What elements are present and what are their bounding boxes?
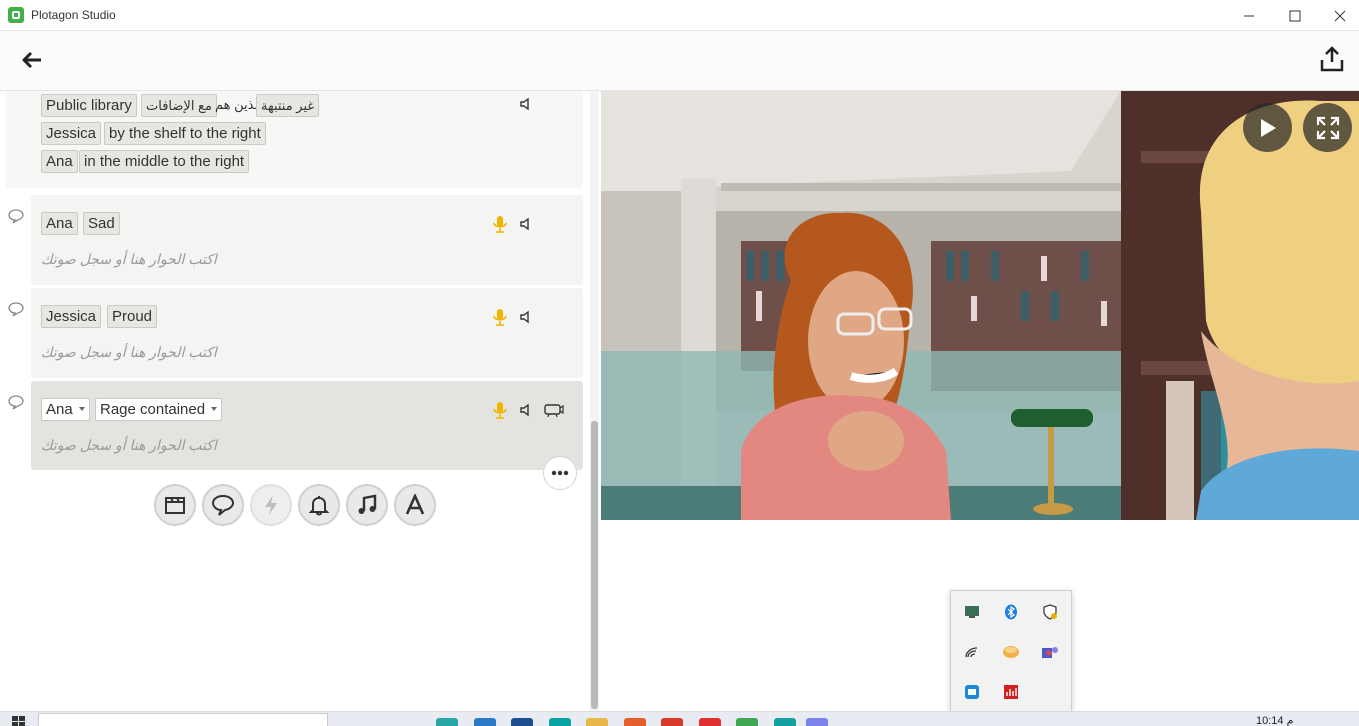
taskbar-app-icon[interactable] — [774, 718, 796, 726]
emotion-select[interactable]: Rage contained — [95, 398, 223, 421]
microphone-icon[interactable] — [490, 214, 510, 234]
taskbar-app-icon[interactable] — [511, 718, 533, 726]
chevron-down-icon — [211, 407, 218, 411]
plotagon-logo-icon — [8, 7, 24, 23]
speaker-icon[interactable] — [516, 307, 536, 327]
dialogue-bubble-icon — [7, 208, 25, 224]
more-options-button[interactable] — [543, 456, 577, 490]
script-scrollbar[interactable] — [590, 91, 599, 711]
taskbar-app-icon[interactable] — [436, 718, 458, 726]
windows-start-icon[interactable] — [12, 716, 26, 726]
dialogue-card[interactable]: Ana Sad اكتب الحوار هنا أو سجل صوتك — [31, 195, 583, 285]
character-chip[interactable]: Ana — [41, 150, 78, 173]
window-titlebar: Plotagon Studio — [0, 0, 1359, 31]
character-chip[interactable]: Ana — [41, 212, 78, 235]
scrollbar-thumb[interactable] — [591, 421, 598, 709]
taskbar-app-icon[interactable] — [624, 718, 646, 726]
maximize-button[interactable] — [1272, 0, 1318, 31]
emotion-chip[interactable]: Proud — [107, 305, 158, 328]
add-text-button[interactable] — [394, 484, 436, 526]
back-button[interactable] — [16, 45, 48, 75]
taskbar-app-icon[interactable] — [586, 718, 608, 726]
modifier-extras-chip[interactable]: مع الإضافات — [141, 94, 217, 117]
scene-card[interactable]: Public library مع الإضافات الذين هم غير … — [6, 91, 583, 188]
position-chip[interactable]: in the middle to the right — [79, 150, 250, 173]
taskbar: 10:14 م — [0, 711, 1359, 726]
taskbar-app-icon[interactable] — [736, 718, 758, 726]
scene-clapper-icon — [165, 497, 185, 514]
export-button[interactable] — [1317, 43, 1347, 75]
app-header — [0, 31, 1359, 91]
library-scene-image — [601, 91, 1359, 520]
action-bolt-icon — [265, 495, 277, 515]
disk-icon[interactable] — [1002, 643, 1020, 661]
dialogue-card-active[interactable]: Ana Rage contained اكتب الحوار هنا أو سج… — [31, 381, 583, 470]
bluetooth-icon[interactable] — [1002, 603, 1020, 621]
taskbar-search-box[interactable] — [38, 713, 328, 726]
minimize-button[interactable] — [1226, 0, 1272, 31]
speaker-icon[interactable] — [516, 94, 536, 114]
character-chip[interactable]: Jessica — [41, 122, 102, 145]
play-button[interactable] — [1243, 103, 1292, 152]
wireless-icon[interactable] — [963, 643, 981, 661]
taskbar-clock[interactable]: 10:14 م — [1256, 714, 1293, 726]
taskbar-app-icon[interactable] — [806, 718, 828, 726]
add-music-button[interactable] — [346, 484, 388, 526]
window-title: Plotagon Studio — [31, 8, 116, 22]
script-panel: Public library مع الإضافات الذين هم غير … — [0, 91, 600, 711]
speaker-icon[interactable] — [516, 400, 536, 420]
dialogue-bubble-icon — [7, 394, 25, 410]
emotion-chip[interactable]: Sad — [83, 212, 120, 235]
dialogue-placeholder[interactable]: اكتب الحوار هنا أو سجل صوتك — [41, 251, 217, 268]
minimize-icon — [1244, 15, 1254, 16]
security-shield-icon[interactable] — [1041, 603, 1059, 621]
dialogue-bubble-icon — [7, 301, 25, 317]
tray-overflow-popup — [950, 590, 1072, 712]
app-red-icon[interactable] — [1002, 683, 1020, 701]
fullscreen-button[interactable] — [1303, 103, 1352, 152]
dialogue-card[interactable]: Jessica Proud اكتب الحوار هنا أو سجل صوت… — [31, 288, 583, 378]
export-upload-icon — [1320, 46, 1344, 72]
dialogue-placeholder[interactable]: اكتب الحوار هنا أو سجل صوتك — [41, 344, 217, 361]
back-arrow-icon — [22, 51, 41, 69]
location-chip[interactable]: Public library — [41, 94, 137, 117]
text-letter-icon — [405, 494, 425, 515]
add-scene-button[interactable] — [154, 484, 196, 526]
ellipsis-icon — [551, 470, 569, 476]
speaker-icon[interactable] — [516, 214, 536, 234]
fullscreen-icon — [1316, 116, 1339, 139]
maximize-icon — [1289, 10, 1301, 21]
close-button[interactable] — [1317, 0, 1359, 31]
camera-icon[interactable] — [963, 683, 981, 701]
taskbar-app-icon[interactable] — [661, 718, 683, 726]
camera-angle-icon[interactable] — [544, 400, 564, 420]
character-chip[interactable]: Jessica — [41, 305, 102, 328]
add-action-button[interactable] — [250, 484, 292, 526]
character-select[interactable]: Ana — [41, 398, 90, 421]
position-chip[interactable]: by the shelf to the right — [104, 122, 266, 145]
music-note-icon — [358, 494, 377, 514]
sound-bell-icon — [308, 496, 330, 516]
video-preview[interactable] — [601, 91, 1359, 520]
chevron-down-icon — [78, 407, 85, 411]
microphone-icon[interactable] — [490, 400, 510, 420]
taskbar-app-icon[interactable] — [699, 718, 721, 726]
dialogue-placeholder[interactable]: اكتب الحوار هنا أو سجل صوتك — [41, 437, 217, 454]
display-adapter-icon[interactable] — [963, 603, 981, 621]
add-sound-button[interactable] — [298, 484, 340, 526]
add-line-toolbar — [154, 484, 436, 526]
teams-icon[interactable] — [1041, 643, 1059, 661]
dialogue-bubble-icon — [211, 494, 235, 516]
play-icon — [1260, 118, 1276, 137]
taskbar-app-icon[interactable] — [549, 718, 571, 726]
add-dialogue-button[interactable] — [202, 484, 244, 526]
microphone-icon[interactable] — [490, 307, 510, 327]
close-icon — [1334, 10, 1346, 21]
modifier-unaware-chip[interactable]: غير منتبهة — [256, 94, 320, 117]
taskbar-app-icon[interactable] — [474, 718, 496, 726]
